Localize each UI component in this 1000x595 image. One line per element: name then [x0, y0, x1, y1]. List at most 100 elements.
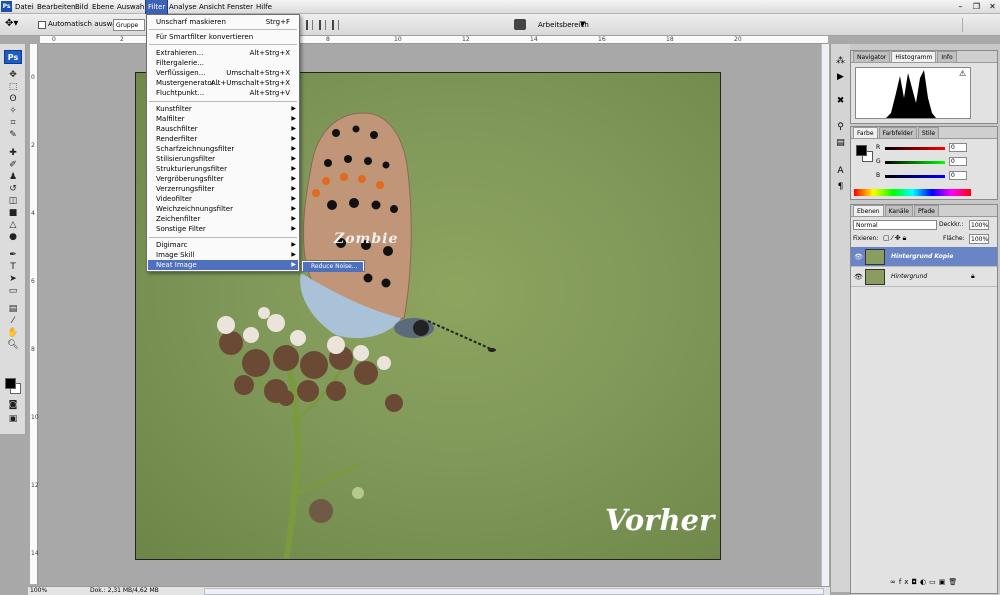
- menu-item-mustergenerator[interactable]: Mustergenerator... Alt+Umschalt+Strg+X: [148, 78, 298, 88]
- layer-style-icon[interactable]: fx: [899, 578, 912, 586]
- adjustment-layer-icon[interactable]: ◐: [920, 578, 929, 586]
- eye-icon[interactable]: 👁︎: [854, 273, 863, 281]
- lock-icons[interactable]: ▢⁄✥🔒︎: [883, 234, 908, 243]
- align-left-icon[interactable]: [306, 20, 313, 30]
- opacity-input[interactable]: 100%: [969, 220, 989, 230]
- menu-item-filter[interactable]: Kunstfilter ▶: [148, 104, 298, 114]
- slice-tool-icon[interactable]: ✎: [6, 130, 20, 140]
- g-slider[interactable]: [885, 161, 945, 164]
- align-right-icon[interactable]: [332, 20, 339, 30]
- move-tool-icon[interactable]: ✥: [6, 70, 20, 80]
- shape-tool-icon[interactable]: ▭: [6, 286, 20, 296]
- tab-swatches[interactable]: Farbfelder: [878, 127, 917, 138]
- g-value[interactable]: 0: [949, 157, 967, 166]
- menu-item-filter[interactable]: Malfilter ▶: [148, 114, 298, 124]
- gradient-tool-icon[interactable]: ■: [6, 208, 20, 218]
- crop-tool-icon[interactable]: ⌗: [6, 118, 20, 128]
- menu-item-filter[interactable]: Verzerrungsfilter ▶: [148, 184, 298, 194]
- menu-item-filter[interactable]: Vergröberungsfilter ▶: [148, 174, 298, 184]
- menu-item-fluchtpunkt[interactable]: Fluchtpunkt... Alt+Strg+V: [148, 88, 298, 98]
- menu-fenster[interactable]: Fenster: [225, 0, 255, 14]
- link-layers-icon[interactable]: ∞: [890, 578, 899, 586]
- brushes-icon[interactable]: ⁂: [835, 56, 846, 67]
- pen-tool-icon[interactable]: ✒: [6, 250, 20, 260]
- menu-ansicht[interactable]: Ansicht: [197, 0, 227, 14]
- color-spectrum[interactable]: [854, 189, 971, 196]
- menu-bearbeiten[interactable]: Bearbeiten: [35, 0, 77, 14]
- menu-item-filter[interactable]: Renderfilter ▶: [148, 134, 298, 144]
- menu-item-verfluessigen[interactable]: Verflüssigen... Umschalt+Strg+X: [148, 68, 298, 78]
- magic-wand-icon[interactable]: ✧: [6, 106, 20, 116]
- menu-item-reduce-noise[interactable]: Reduce Noise...: [303, 262, 363, 272]
- menu-hilfe[interactable]: Hilfe: [254, 0, 274, 14]
- tab-styles[interactable]: Stile: [917, 127, 940, 138]
- r-value[interactable]: 0: [949, 143, 967, 152]
- eraser-tool-icon[interactable]: ◫: [6, 196, 20, 206]
- menu-item-neat-image[interactable]: Neat Image ▶: [148, 260, 298, 270]
- blend-mode-select[interactable]: Normal: [853, 220, 937, 230]
- brush-tool-icon[interactable]: ✐: [6, 160, 20, 170]
- menu-item-smartfilter[interactable]: Für Smartfilter konvertieren: [148, 32, 298, 42]
- eye-icon[interactable]: 👁︎: [854, 253, 863, 261]
- fill-input[interactable]: 100%: [969, 234, 989, 244]
- r-slider[interactable]: [885, 147, 945, 150]
- menu-item-filter[interactable]: Zeichenfilter ▶: [148, 214, 298, 224]
- menu-item-unscharf[interactable]: Unscharf maskieren Strg+F: [148, 17, 298, 27]
- dodge-tool-icon[interactable]: ●: [6, 232, 20, 242]
- new-layer-icon[interactable]: ▣: [939, 578, 949, 586]
- blur-tool-icon[interactable]: △: [6, 220, 20, 230]
- tab-paths[interactable]: Pfade: [913, 205, 939, 216]
- zoom-level[interactable]: 100%: [30, 587, 47, 594]
- hand-tool-icon[interactable]: ✋: [6, 328, 20, 338]
- notes-tool-icon[interactable]: ▤: [6, 304, 20, 314]
- menu-datei[interactable]: Datei: [13, 0, 36, 14]
- b-value[interactable]: 0: [949, 171, 967, 180]
- new-group-icon[interactable]: ▭: [929, 578, 939, 586]
- warning-icon[interactable]: ⚠: [959, 69, 966, 78]
- path-select-icon[interactable]: ➤: [6, 274, 20, 284]
- close-icon[interactable]: ✕: [987, 1, 998, 12]
- quick-mask-icon[interactable]: ◙: [6, 400, 20, 410]
- menu-item-filter[interactable]: Weichzeichnungsfilter ▶: [148, 204, 298, 214]
- foreground-color-swatch[interactable]: [5, 378, 16, 389]
- menu-item-filter[interactable]: Videofilter ▶: [148, 194, 298, 204]
- restore-icon[interactable]: ❐: [971, 1, 982, 12]
- type-tool-icon[interactable]: T: [6, 262, 20, 272]
- menu-bild[interactable]: Bild: [73, 0, 90, 14]
- menu-filter[interactable]: Filter: [144, 0, 169, 15]
- marquee-tool-icon[interactable]: ⬚: [6, 82, 20, 92]
- menu-item-digimarc[interactable]: Digimarc ▶: [148, 240, 298, 250]
- layer-comps-icon[interactable]: ✖: [835, 96, 846, 107]
- menu-ebene[interactable]: Ebene: [90, 0, 116, 14]
- tab-channels[interactable]: Kanäle: [884, 205, 913, 216]
- menu-item-filter[interactable]: Sonstige Filter ▶: [148, 224, 298, 234]
- menu-auswahl[interactable]: Auswahl: [115, 0, 148, 14]
- menu-item-filter[interactable]: Rauschfilter ▶: [148, 124, 298, 134]
- history-icon[interactable]: ⚲: [835, 122, 846, 133]
- auto-select-dropdown[interactable]: Gruppe: [113, 19, 145, 31]
- menu-analyse[interactable]: Analyse: [167, 0, 199, 14]
- healing-brush-icon[interactable]: ✚: [6, 148, 20, 158]
- layer-row[interactable]: 👁︎ Hintergrund 🔒︎: [851, 267, 997, 287]
- actions-icon[interactable]: ▤: [835, 138, 846, 149]
- menu-item-filter[interactable]: Stilisierungsfilter ▶: [148, 154, 298, 164]
- tool-presets-icon[interactable]: ▶: [835, 72, 846, 83]
- tab-navigator[interactable]: Navigator: [853, 51, 891, 62]
- layer-mask-icon[interactable]: ◘: [911, 578, 920, 586]
- stamp-tool-icon[interactable]: ♟: [6, 172, 20, 182]
- vertical-scrollbar[interactable]: [821, 44, 829, 586]
- tab-layers[interactable]: Ebenen: [853, 205, 884, 216]
- zoom-tool-icon[interactable]: 🔍︎: [6, 340, 20, 350]
- character-icon[interactable]: A: [835, 166, 846, 177]
- horizontal-scrollbar[interactable]: [204, 588, 824, 595]
- move-tool-preset-icon[interactable]: ✥▾: [5, 18, 27, 32]
- menu-item-filter[interactable]: Strukturierungsfilter ▶: [148, 164, 298, 174]
- tab-histogram[interactable]: Histogramm: [891, 51, 937, 62]
- chevron-down-icon[interactable]: ▼: [580, 20, 585, 28]
- delete-layer-icon[interactable]: 🗑︎: [948, 578, 960, 586]
- color-foreground-swatch[interactable]: [856, 145, 867, 156]
- minimize-icon[interactable]: –: [955, 1, 966, 12]
- workspace-icon[interactable]: [514, 19, 526, 30]
- screen-mode-icon[interactable]: ▣: [6, 414, 20, 424]
- b-slider[interactable]: [885, 175, 945, 178]
